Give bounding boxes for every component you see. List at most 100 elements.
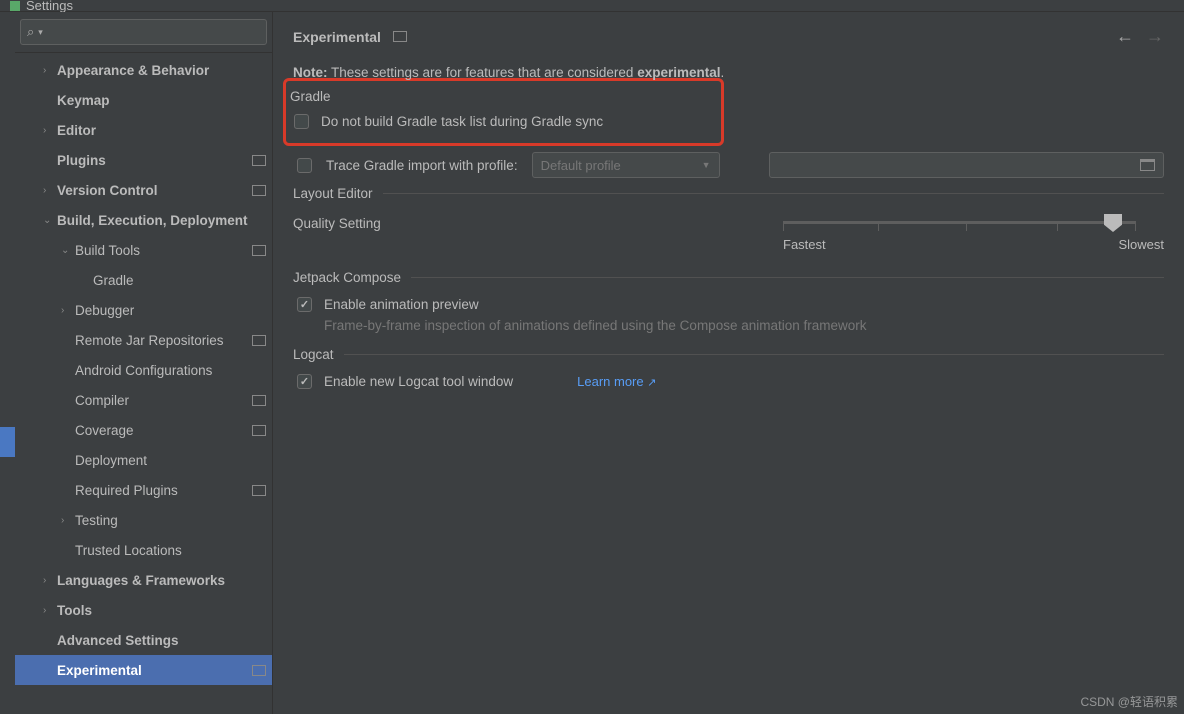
profile-path-input[interactable] [769,152,1164,178]
sidebar-item-editor[interactable]: ›Editor [15,115,272,145]
project-scope-icon [252,425,266,436]
sidebar-item-keymap[interactable]: Keymap [15,85,272,115]
gradle-tasklist-checkbox[interactable] [294,114,309,129]
project-scope-icon [252,395,266,406]
sidebar-item-version-control[interactable]: ›Version Control [15,175,272,205]
sidebar-item-trusted-locations[interactable]: Trusted Locations [15,535,272,565]
gradle-tasklist-checkbox-row: Do not build Gradle task list during Gra… [290,114,717,129]
sidebar-item-label: Version Control [57,183,248,198]
folder-icon[interactable] [1140,159,1155,171]
project-scope-icon [252,245,266,256]
logcat-label: Enable new Logcat tool window [324,374,513,389]
section-logcat: Logcat [293,347,1164,362]
gradle-tasklist-label: Do not build Gradle task list during Gra… [321,114,603,129]
sidebar-item-debugger[interactable]: ›Debugger [15,295,272,325]
chevron-right-icon[interactable]: › [43,185,57,196]
left-gutter [0,12,15,714]
slider-knob[interactable] [1104,214,1122,232]
slider-labels: Fastest Slowest [293,237,1164,252]
sidebar-item-label: Trusted Locations [75,543,266,558]
sidebar-item-label: Build, Execution, Deployment [57,213,266,228]
quality-slider-row: Quality Setting [293,213,1164,233]
jetpack-anim-hint: Frame-by-frame inspection of animations … [324,318,867,333]
project-scope-icon [393,31,407,42]
chevron-right-icon[interactable]: › [43,125,57,136]
sidebar-item-label: Languages & Frameworks [57,573,266,588]
sidebar-item-label: Experimental [57,663,248,678]
settings-tree: ›Appearance & BehaviorKeymap›EditorPlugi… [15,53,272,714]
sidebar-item-tools[interactable]: ›Tools [15,595,272,625]
search-icon: ⌕ [27,24,34,40]
search-input[interactable]: ⌕ ▾ [20,19,267,45]
highlight-box: Gradle Do not build Gradle task list dur… [283,78,724,146]
slider-min-label: Fastest [783,237,826,252]
gradle-trace-label: Trace Gradle import with profile: [326,158,518,173]
chevron-down-icon[interactable]: ⌄ [43,215,57,226]
project-scope-icon [252,485,266,496]
sidebar-item-label: Build Tools [75,243,248,258]
nav-back-icon[interactable]: ← [1116,26,1134,47]
sidebar-item-label: Tools [57,603,266,618]
sidebar-item-gradle[interactable]: Gradle [15,265,272,295]
section-gradle: Gradle [290,89,717,104]
chevron-right-icon[interactable]: › [43,575,57,586]
sidebar-item-testing[interactable]: ›Testing [15,505,272,535]
sidebar-item-compiler[interactable]: Compiler [15,385,272,415]
external-link-icon: ↗ [647,377,656,389]
combo-dropdown-icon: ▼ [702,160,711,170]
gradle-trace-row: Trace Gradle import with profile: Defaul… [293,152,1164,178]
chevron-right-icon[interactable]: › [43,65,57,76]
sidebar-item-coverage[interactable]: Coverage [15,415,272,445]
sidebar-item-appearance-behavior[interactable]: ›Appearance & Behavior [15,55,272,85]
jetpack-anim-row: Enable animation preview [293,297,1164,312]
sidebar: ⌕ ▾ ›Appearance & BehaviorKeymap›EditorP… [15,12,273,714]
sidebar-item-deployment[interactable]: Deployment [15,445,272,475]
nav-forward-icon: → [1146,26,1164,47]
sidebar-item-label: Gradle [93,273,266,288]
sidebar-item-languages-frameworks[interactable]: ›Languages & Frameworks [15,565,272,595]
sidebar-item-label: Remote Jar Repositories [75,333,248,348]
sidebar-item-plugins[interactable]: Plugins [15,145,272,175]
sidebar-item-build-tools[interactable]: ⌄Build Tools [15,235,272,265]
page-title: Experimental [293,29,381,45]
sidebar-item-label: Testing [75,513,266,528]
sidebar-item-android-configurations[interactable]: Android Configurations [15,355,272,385]
sidebar-item-advanced-settings[interactable]: Advanced Settings [15,625,272,655]
chevron-right-icon[interactable]: › [61,305,75,316]
slider-max-label: Slowest [1118,237,1164,252]
sidebar-item-label: Compiler [75,393,248,408]
sidebar-item-label: Advanced Settings [57,633,266,648]
watermark: CSDN @轻语积累 [1080,693,1178,710]
jetpack-anim-checkbox[interactable] [297,297,312,312]
sidebar-item-required-plugins[interactable]: Required Plugins [15,475,272,505]
project-scope-icon [252,185,266,196]
logcat-checkbox[interactable] [297,374,312,389]
note-text: Note: These settings are for features th… [293,65,1164,80]
gradle-trace-checkbox[interactable] [297,158,312,173]
sidebar-item-remote-jar-repositories[interactable]: Remote Jar Repositories [15,325,272,355]
sidebar-item-build-execution-deployment[interactable]: ⌄Build, Execution, Deployment [15,205,272,235]
sidebar-item-label: Plugins [57,153,248,168]
sidebar-item-label: Deployment [75,453,266,468]
quality-label: Quality Setting [293,216,763,231]
profile-combo[interactable]: Default profile ▼ [532,152,720,178]
chevron-right-icon[interactable]: › [61,515,75,526]
learn-more-link[interactable]: Learn more ↗ [577,374,656,389]
project-scope-icon [252,155,266,166]
titlebar: Settings [0,0,1184,12]
gutter-tab[interactable] [0,427,15,457]
section-jetpack: Jetpack Compose [293,270,1164,285]
breadcrumb: Experimental ← → [293,26,1164,47]
chevron-right-icon[interactable]: › [43,605,57,616]
sidebar-item-label: Keymap [57,93,266,108]
quality-slider[interactable] [783,213,1164,233]
project-scope-icon [252,665,266,676]
sidebar-item-label: Coverage [75,423,248,438]
chevron-down-icon[interactable]: ⌄ [61,245,75,256]
sidebar-item-experimental[interactable]: Experimental [15,655,272,685]
search-dropdown-icon[interactable]: ▾ [38,27,43,38]
logcat-row: Enable new Logcat tool window Learn more… [293,374,1164,389]
sidebar-item-label: Editor [57,123,266,138]
section-layout-editor: Layout Editor [293,186,1164,201]
sidebar-item-label: Appearance & Behavior [57,63,266,78]
